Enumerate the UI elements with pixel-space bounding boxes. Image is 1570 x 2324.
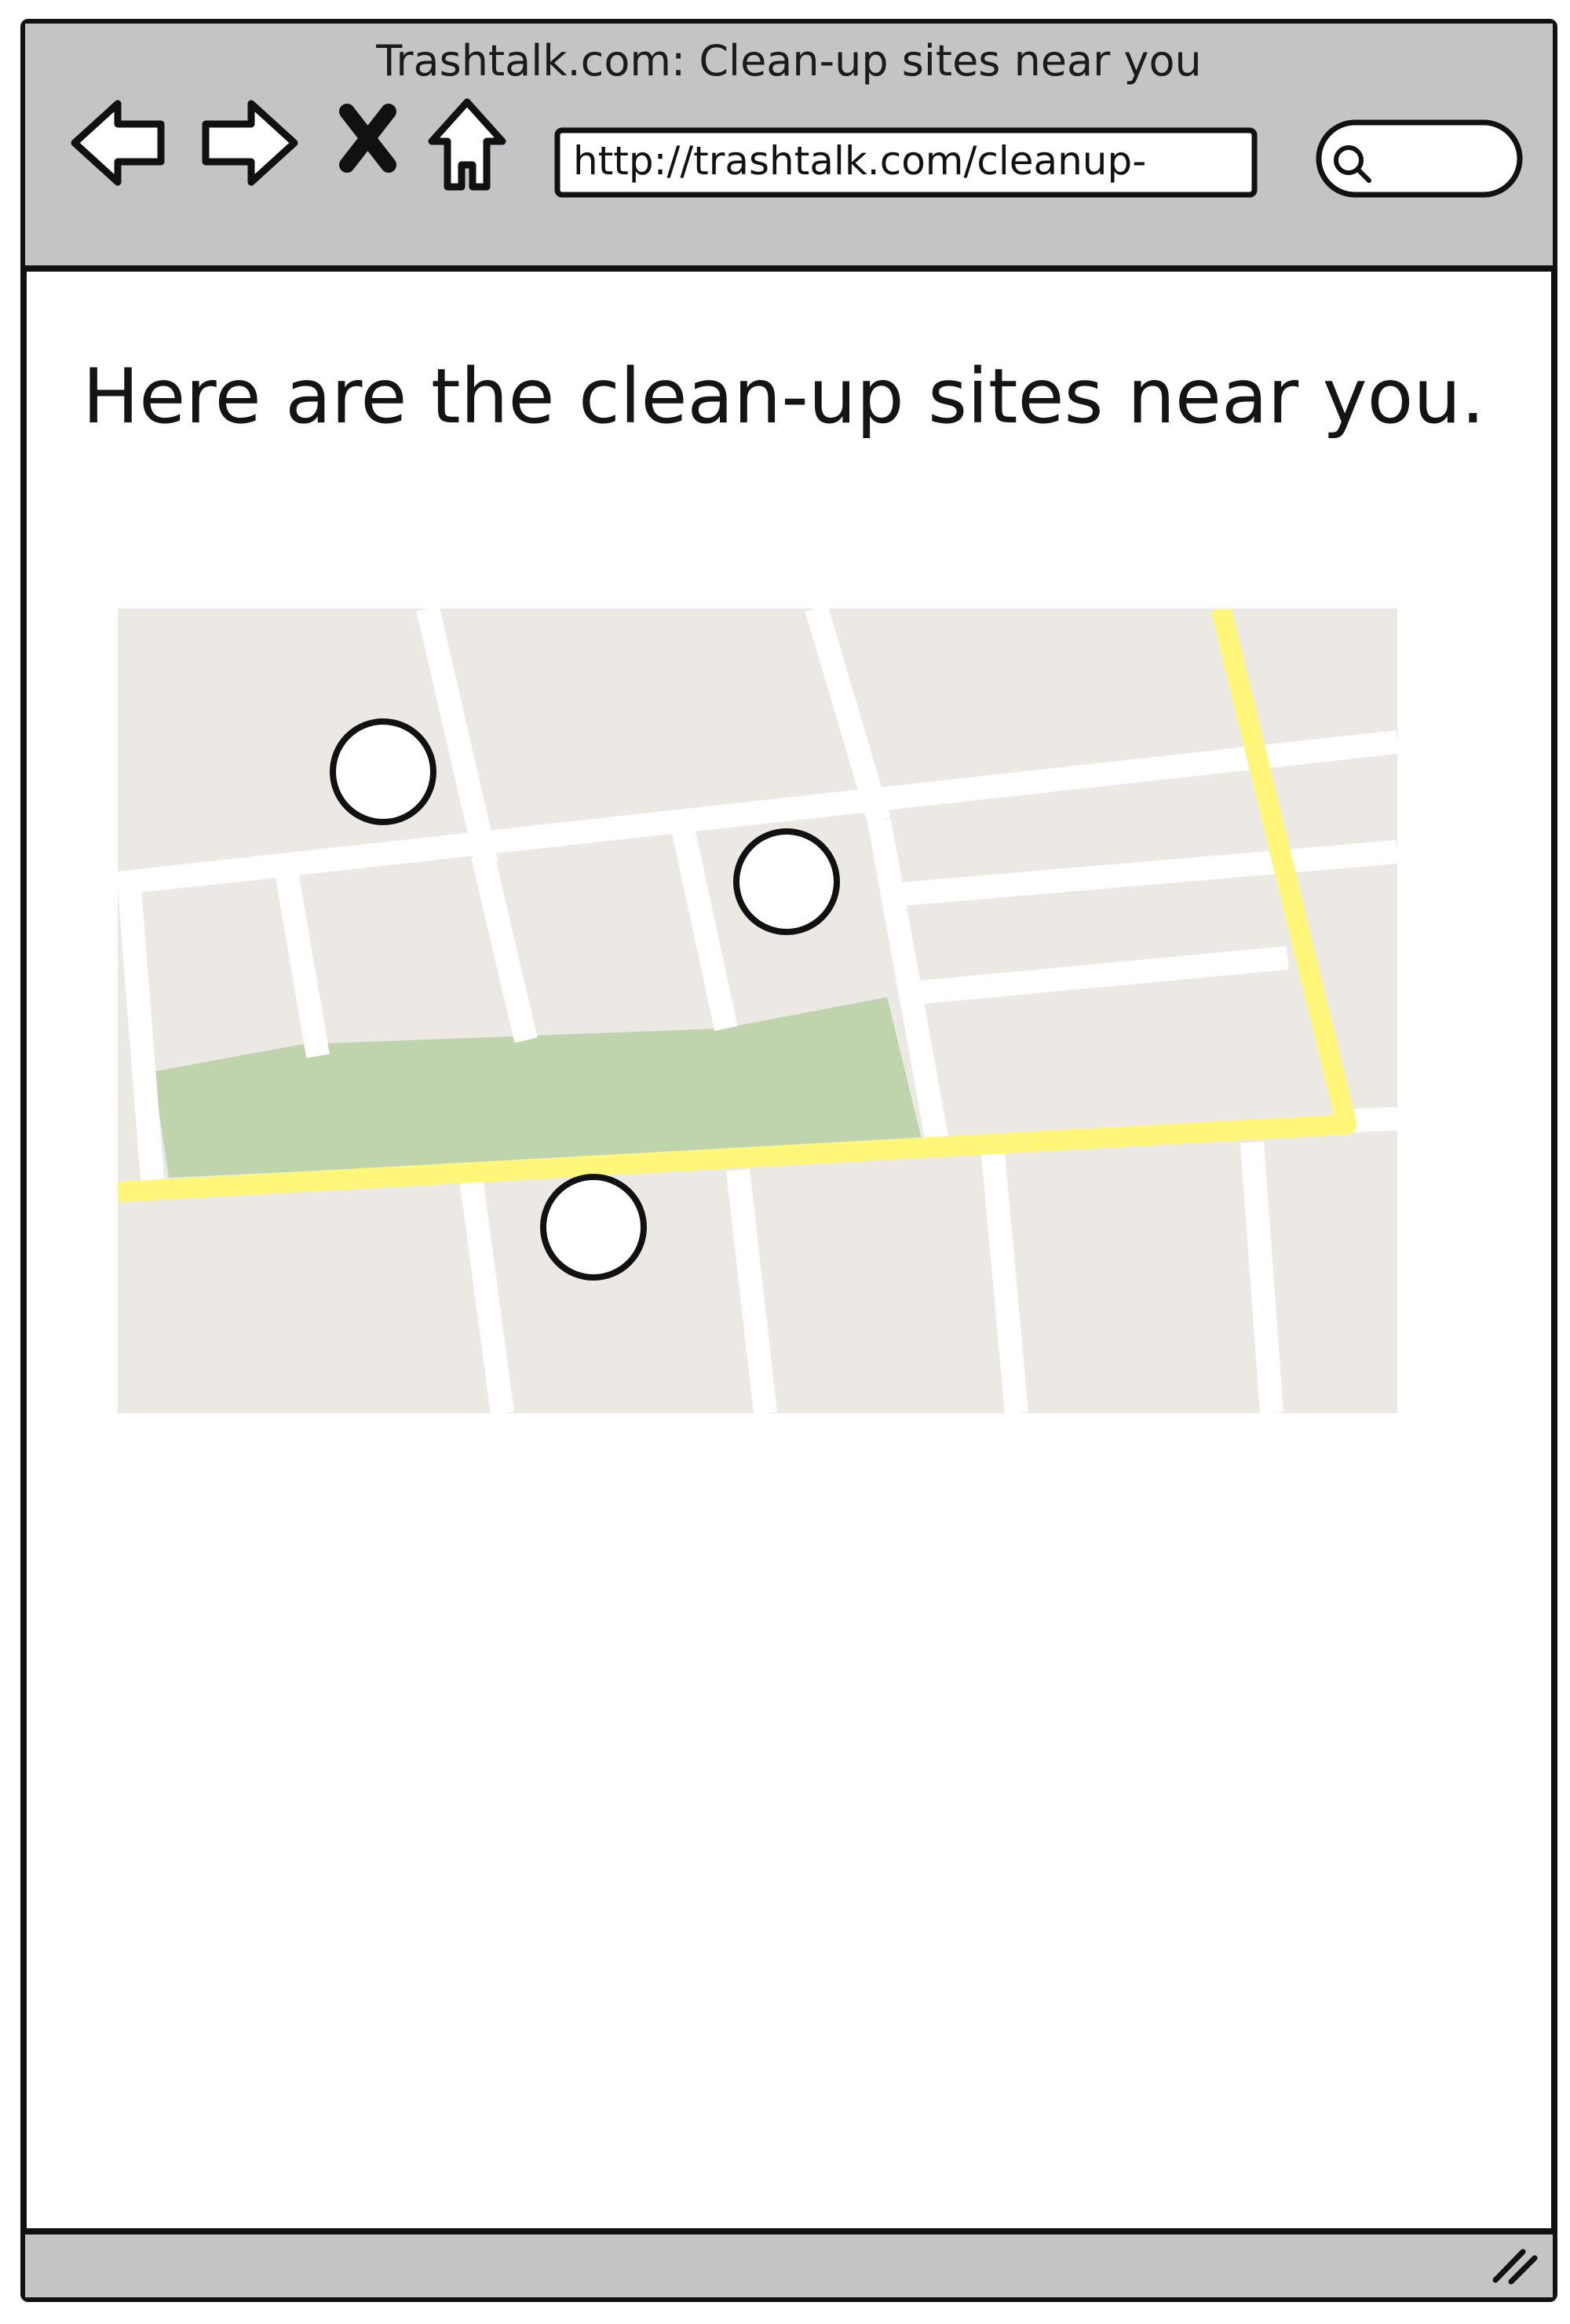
address-bar-url: http://trashtalk.com/cleanup-	[573, 138, 1146, 184]
search-field[interactable]	[1316, 119, 1523, 198]
status-bar	[25, 2231, 1553, 2297]
cleanup-site-marker[interactable]	[540, 1174, 647, 1281]
cleanup-site-marker[interactable]	[330, 718, 436, 825]
cleanup-site-marker[interactable]	[733, 828, 840, 935]
page-headline: Here are the clean-up sites near you.	[82, 353, 1485, 440]
map[interactable]	[118, 608, 1397, 1413]
wireframe-canvas: Trashtalk.com: Clean-up sites near you h…	[20, 19, 1557, 2302]
address-bar[interactable]: http://trashtalk.com/cleanup-	[554, 127, 1258, 198]
browser-title: Trashtalk.com: Clean-up sites near you	[375, 36, 1201, 86]
